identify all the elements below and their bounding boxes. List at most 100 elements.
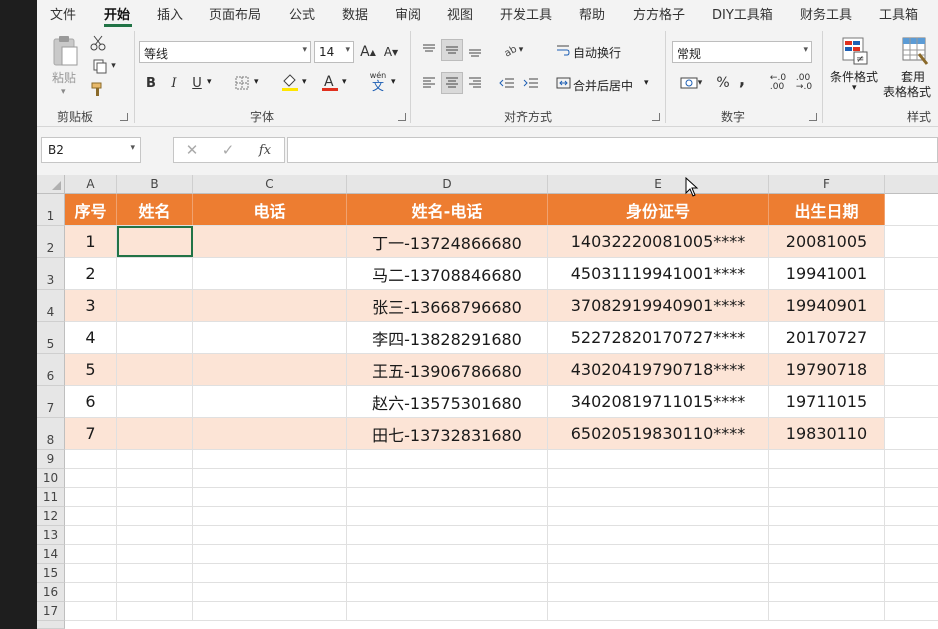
row-header-16[interactable]: 16 [37,583,65,602]
row-header-11[interactable]: 11 [37,488,65,507]
row-header-15[interactable]: 15 [37,564,65,583]
column-header-d[interactable]: D [347,175,548,194]
table-cell[interactable]: 赵六-13575301680 [347,386,548,417]
phonetic-dropdown-icon[interactable]: ▾ [391,77,396,87]
wrap-text-button[interactable]: 自动换行 [573,44,621,61]
column-header-b[interactable]: B [117,175,193,194]
table-cell[interactable]: 45031119941001**** [548,258,769,289]
copy-icon[interactable]: ▾ [89,57,119,75]
header-cell[interactable]: 电话 [193,194,347,225]
table-cell[interactable] [117,258,193,289]
tab-insert[interactable]: 插入 [157,4,183,23]
decrease-decimal-icon[interactable]: .00 →.0 [793,73,815,93]
cancel-icon[interactable]: ✕ [182,141,202,159]
align-center-icon[interactable] [441,72,463,94]
table-cell[interactable]: 王五-13906786680 [347,354,548,385]
column-header-g[interactable] [885,175,938,194]
conditional-format-icon[interactable]: ≠ [840,35,870,67]
row-header-4[interactable]: 4 [37,290,65,322]
header-cell[interactable]: 出生日期 [769,194,885,225]
border-dropdown-icon[interactable]: ▾ [254,77,259,87]
column-header-c[interactable]: C [193,175,347,194]
empty-row[interactable] [65,469,938,488]
row-header-2[interactable]: 2 [37,226,65,258]
header-cell[interactable]: 姓名 [117,194,193,225]
table-cell[interactable]: 20081005 [769,226,885,257]
merge-dropdown-icon[interactable]: ▾ [644,78,649,88]
paste-icon[interactable] [49,35,81,67]
conditional-format-dropdown-icon[interactable]: ▾ [852,83,857,93]
table-cell[interactable]: 7 [65,418,117,449]
table-cell[interactable]: 5 [65,354,117,385]
wrap-text-icon[interactable] [554,39,572,61]
table-cell[interactable]: 14032220081005**** [548,226,769,257]
phonetic-icon[interactable]: wén 文 [367,70,389,94]
align-left-icon[interactable] [419,72,439,94]
table-cell[interactable] [193,258,347,289]
table-cell[interactable]: 19711015 [769,386,885,417]
table-cell[interactable]: 65020519830110**** [548,418,769,449]
font-color-dropdown-icon[interactable]: ▾ [342,77,347,87]
row-header-14[interactable]: 14 [37,545,65,564]
table-cell[interactable] [117,386,193,417]
table-cell[interactable]: 1 [65,226,117,257]
table-cell[interactable] [193,290,347,321]
tab-home[interactable]: 开始 [104,4,130,23]
empty-row[interactable] [65,564,938,583]
row-header-13[interactable]: 13 [37,526,65,545]
empty-row[interactable] [65,583,938,602]
table-cell[interactable]: 52272820170727**** [548,322,769,353]
formula-input[interactable] [287,137,938,163]
empty-row[interactable] [65,450,938,469]
fill-color-dropdown-icon[interactable]: ▾ [302,77,307,87]
table-cell[interactable]: 19940901 [769,290,885,321]
increase-indent-icon[interactable] [521,72,541,94]
row-header-7[interactable]: 7 [37,386,65,418]
column-header-f[interactable]: F [769,175,885,194]
tab-page-layout[interactable]: 页面布局 [209,4,261,23]
font-size-select[interactable]: 14 ▾ [314,41,354,63]
align-top-icon[interactable] [419,39,439,61]
select-all-corner[interactable] [37,175,65,194]
tab-file[interactable]: 文件 [50,4,76,23]
underline-button[interactable]: U [188,73,206,93]
insert-function-icon[interactable]: fx [254,141,276,159]
tab-fangfang[interactable]: 方方格子 [633,4,685,23]
tab-view[interactable]: 视图 [447,4,473,23]
decrease-indent-icon[interactable] [497,72,517,94]
font-color-icon[interactable]: A [319,71,341,93]
column-header-a[interactable]: A [65,175,117,194]
merge-center-icon[interactable] [554,72,572,94]
header-cell[interactable]: 身份证号 [548,194,769,225]
table-cell[interactable] [193,354,347,385]
percent-button[interactable]: % [714,73,732,93]
empty-row[interactable] [65,526,938,545]
underline-dropdown-icon[interactable]: ▾ [207,77,212,87]
tab-finance-tools[interactable]: 财务工具 [800,4,852,23]
table-cell[interactable]: 19790718 [769,354,885,385]
confirm-icon[interactable]: ✓ [218,141,238,159]
merge-center-button[interactable]: 合并后居中 [573,77,633,94]
row-header-8[interactable]: 8 [37,418,65,450]
table-cell[interactable] [117,418,193,449]
tab-diy-toolbox[interactable]: DIY工具箱 [712,4,773,23]
align-right-icon[interactable] [465,72,485,94]
tab-review[interactable]: 审阅 [395,4,421,23]
table-cell[interactable]: 19941001 [769,258,885,289]
row-header-3[interactable]: 3 [37,258,65,290]
table-cell[interactable] [193,386,347,417]
table-cell[interactable] [193,322,347,353]
table-cell[interactable]: 李四-13828291680 [347,322,548,353]
column-header-e[interactable]: E [548,175,769,194]
decrease-font-icon[interactable]: A ▼ [382,42,400,62]
table-cell[interactable]: 20170727 [769,322,885,353]
align-middle-icon[interactable] [441,39,463,61]
row-header-18[interactable] [37,621,65,629]
selected-cell[interactable] [117,226,193,257]
row-header-1[interactable]: 1 [37,194,65,226]
font-launcher-icon[interactable] [398,113,406,121]
table-cell[interactable] [117,290,193,321]
fill-color-icon[interactable] [279,71,301,93]
row-header-9[interactable]: 9 [37,450,65,469]
paste-dropdown-icon[interactable]: ▾ [61,87,66,97]
